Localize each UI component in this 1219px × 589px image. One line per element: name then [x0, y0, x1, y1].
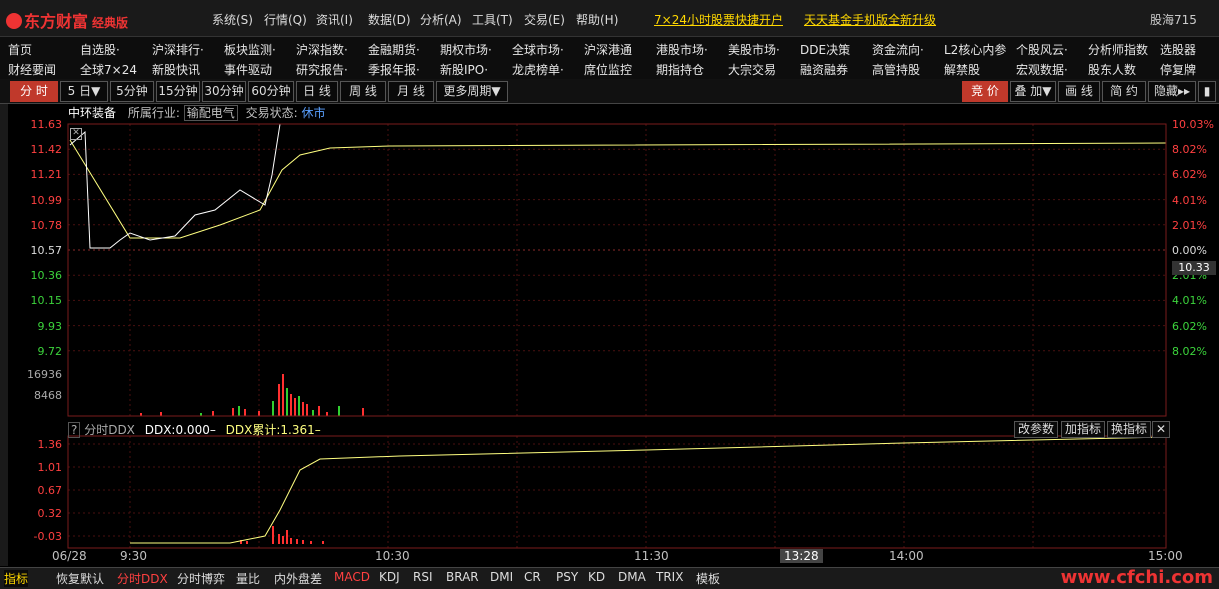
- ddx-bar: [282, 536, 284, 544]
- price-tick-label: 10.15: [30, 294, 63, 308]
- ddx-bar: [322, 541, 324, 544]
- indicator-tab-6[interactable]: MACD: [334, 570, 370, 584]
- volume-bar: [282, 374, 284, 416]
- volume-bar: [290, 394, 292, 416]
- volume-bar: [294, 398, 296, 416]
- indicator-tab-3[interactable]: 分时博弈: [177, 570, 225, 587]
- ddx-bar: [278, 534, 280, 544]
- pct-tick-label: 8.02%: [1172, 344, 1207, 358]
- add-indicator-button[interactable]: 加指标: [1061, 421, 1106, 438]
- price-tick-label: 9.72: [37, 344, 63, 358]
- time-tick-label: 14:00: [889, 549, 924, 563]
- indicator-tab-11[interactable]: CR: [524, 570, 541, 584]
- pct-tick-label: 2.01%: [1172, 218, 1207, 232]
- ddx-tick-label: 0.67: [37, 484, 63, 497]
- pct-tick-label: 6.02%: [1172, 319, 1207, 333]
- ddx-bar: [302, 540, 304, 544]
- indicator-tab-0[interactable]: 指标: [4, 570, 29, 587]
- indicator-tab-7[interactable]: KDJ: [379, 570, 400, 584]
- price-tick-label: 10.57: [30, 244, 63, 257]
- ddx-tick-label: 1.01: [37, 461, 63, 474]
- pct-tick-label: 6.02%: [1172, 168, 1207, 182]
- ddx-tick-label: -0.03: [33, 530, 62, 543]
- pane-border-0: [67, 123, 1167, 417]
- volume-bar: [286, 388, 288, 416]
- current-price-tag: 10.33: [1172, 261, 1216, 275]
- volume-bar: [306, 404, 308, 416]
- volume-bar: [312, 410, 314, 416]
- volume-bar: [160, 412, 162, 416]
- price-tick-label: 11.63: [30, 118, 63, 131]
- price-tick-label: 11.42: [30, 143, 63, 157]
- volume-bar: [238, 406, 240, 416]
- indicator-tab-2[interactable]: 分时DDX: [117, 570, 168, 587]
- average-price-line: [69, 139, 1167, 239]
- volume-bar: [362, 408, 364, 416]
- pct-tick-label: 4.01%: [1172, 294, 1207, 308]
- pct-tick-label: 0.00%: [1172, 244, 1207, 257]
- ddx-tick-label: 0.32: [37, 507, 63, 520]
- time-tick-label: 15:00: [1148, 549, 1183, 563]
- ddx-tick-label: 1.36: [37, 438, 63, 451]
- indicator-tab-5[interactable]: 内外盘差: [274, 570, 322, 587]
- ddx-bar: [286, 530, 288, 544]
- indicator-tab-12[interactable]: PSY: [556, 570, 578, 584]
- volume-bar: [212, 411, 214, 416]
- volume-bar: [258, 411, 260, 416]
- volume-bar: [298, 396, 300, 416]
- chart-svg[interactable]: [0, 0, 1219, 588]
- volume-bar: [272, 401, 274, 416]
- price-tick-label: 10.36: [30, 269, 63, 283]
- indicator-tab-13[interactable]: KD: [588, 570, 605, 584]
- ddx-title[interactable]: 分时DDX: [84, 423, 135, 437]
- volume-bar: [326, 412, 328, 416]
- time-tick-label: 06/28: [52, 549, 87, 563]
- help-icon[interactable]: ?: [68, 422, 81, 438]
- pct-tick-label: 10.03%: [1172, 118, 1214, 131]
- volume-bar: [244, 409, 246, 416]
- volume-tick-label: 16936: [27, 368, 62, 381]
- volume-bar: [278, 384, 280, 416]
- pct-tick-label: 8.02%: [1172, 143, 1207, 157]
- indicator-tab-1[interactable]: 恢复默认: [56, 570, 104, 587]
- ddx-bar: [310, 541, 312, 544]
- price-tick-label: 9.93: [37, 319, 63, 333]
- indicator-tab-15[interactable]: TRIX: [656, 570, 683, 584]
- volume-bar: [318, 406, 320, 416]
- ddx-header: ? 分时DDX DDX:0.000– DDX累计:1.361–: [68, 421, 321, 438]
- ddx-bar: [290, 538, 292, 544]
- time-tick-label: 9:30: [120, 549, 147, 563]
- watermark: www.cfchi.com: [1060, 567, 1213, 588]
- indicator-tab-9[interactable]: BRAR: [446, 570, 479, 584]
- switch-indicator-button[interactable]: 换指标: [1107, 421, 1152, 438]
- price-line: [69, 123, 1166, 249]
- ddx-close-icon[interactable]: ✕: [1152, 421, 1170, 438]
- volume-bar: [338, 406, 340, 416]
- volume-bar: [302, 402, 304, 416]
- ddx-value: DDX:0.000–: [144, 423, 216, 437]
- time-tick-label: 13:28: [780, 549, 823, 563]
- price-tick-label: 10.99: [30, 193, 63, 207]
- volume-bar: [232, 408, 234, 416]
- indicator-tab-10[interactable]: DMI: [490, 570, 513, 584]
- indicator-tab-14[interactable]: DMA: [618, 570, 646, 584]
- ddx-bar: [246, 541, 248, 544]
- volume-tick-label: 8468: [34, 389, 62, 402]
- ddx-bar: [272, 526, 274, 544]
- pct-tick-label: 4.01%: [1172, 193, 1207, 207]
- ddx-cumulative: DDX累计:1.361–: [225, 423, 321, 437]
- edit-params-button[interactable]: 改参数: [1014, 421, 1059, 438]
- price-tick-label: 11.21: [30, 168, 63, 182]
- indicator-tab-8[interactable]: RSI: [413, 570, 433, 584]
- close-icon[interactable]: ✕: [70, 128, 82, 140]
- price-tick-label: 10.78: [30, 218, 63, 232]
- indicator-tab-16[interactable]: 模板: [696, 570, 720, 587]
- indicator-tabs-bar: 指标 恢复默认 分时DDX 分时博弈 量比 内外盘差 MACD KDJ RSI BRAR DMI CR…: [0, 567, 1219, 589]
- time-tick-label: 10:30: [375, 549, 410, 563]
- time-tick-label: 11:30: [634, 549, 669, 563]
- ddx-bar: [296, 539, 298, 544]
- indicator-tab-4[interactable]: 量比: [236, 570, 260, 587]
- pane-border-1: [67, 435, 1167, 549]
